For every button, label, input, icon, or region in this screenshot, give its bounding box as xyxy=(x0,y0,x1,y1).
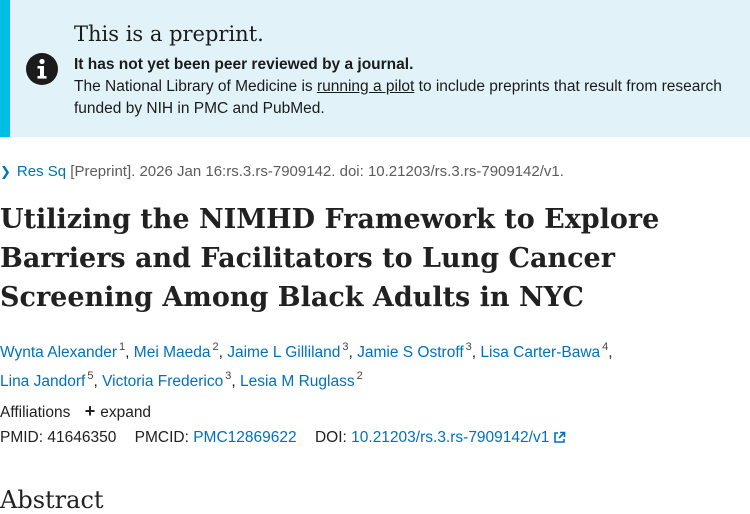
expand-affiliations-button[interactable]: + expand xyxy=(84,401,152,421)
affiliation-ref[interactable]: 2 xyxy=(212,341,218,353)
pmid-value: 41646350 xyxy=(47,429,117,446)
banner-warning: It has not yet been peer reviewed by a j… xyxy=(74,56,414,73)
journal-link[interactable]: Res Sq xyxy=(17,163,66,180)
affiliation-ref[interactable]: 2 xyxy=(357,370,363,382)
doi-value: 10.21203/rs.3.rs-7909142/v1 xyxy=(351,429,550,446)
citation-details: [Preprint]. 2026 Jan 16:rs.3.rs-7909142.… xyxy=(66,163,564,180)
author-link[interactable]: Lisa Carter-Bawa xyxy=(480,344,600,361)
info-icon xyxy=(26,53,58,85)
affiliation-ref[interactable]: 1 xyxy=(119,341,125,353)
pmid-label: PMID: xyxy=(0,429,44,446)
author-link[interactable]: Wynta Alexander xyxy=(0,344,117,361)
pmcid-label: PMCID: xyxy=(134,429,189,446)
author-link[interactable]: Jaime L Gilliland xyxy=(227,344,340,361)
affiliation-ref[interactable]: 4 xyxy=(602,341,608,353)
author-link[interactable]: Lina Jandorf xyxy=(0,373,85,390)
external-link-icon xyxy=(554,431,566,443)
banner-text-start: The National Library of Medicine is xyxy=(74,78,317,95)
affiliation-ref[interactable]: 3 xyxy=(466,341,472,353)
affiliation-ref[interactable]: 5 xyxy=(87,370,93,382)
affiliation-ref[interactable]: 3 xyxy=(225,370,231,382)
plus-icon: + xyxy=(84,401,96,421)
banner-description: The National Library of Medicine is runn… xyxy=(74,76,744,120)
citation-line: ❯ Res Sq [Preprint]. 2026 Jan 16:rs.3.rs-… xyxy=(0,163,564,180)
affiliations-row: Affiliations + expand xyxy=(0,401,151,422)
preprint-banner: This is a preprint. It has not yet been … xyxy=(0,0,750,137)
affiliations-label: Affiliations xyxy=(0,404,71,421)
author-link[interactable]: Mei Maeda xyxy=(134,344,211,361)
chevron-right-icon: ❯ xyxy=(0,164,11,179)
abstract-heading: Abstract xyxy=(0,486,104,514)
affiliation-ref[interactable]: 3 xyxy=(342,341,348,353)
running-a-pilot-link[interactable]: running a pilot xyxy=(317,78,414,95)
identifiers-row: PMID: 41646350 PMCID: PMC12869622 DOI: 1… xyxy=(0,429,566,447)
expand-label: expand xyxy=(100,404,152,421)
author-list: Wynta Alexander 1, Mei Maeda 2, Jaime L Gi… xyxy=(0,341,613,391)
author-link[interactable]: Jamie S Ostroff xyxy=(357,344,464,361)
pmcid-link[interactable]: PMC12869622 xyxy=(193,429,296,446)
author-link[interactable]: Lesia M Ruglass xyxy=(240,373,355,390)
author-link[interactable]: Victoria Frederico xyxy=(102,373,223,390)
banner-heading: This is a preprint. xyxy=(74,22,264,46)
doi-link[interactable]: 10.21203/rs.3.rs-7909142/v1 xyxy=(351,429,566,446)
article-title: Utilizing the NIMHD Framework to Explore… xyxy=(0,204,660,313)
doi-label: DOI: xyxy=(314,429,347,446)
